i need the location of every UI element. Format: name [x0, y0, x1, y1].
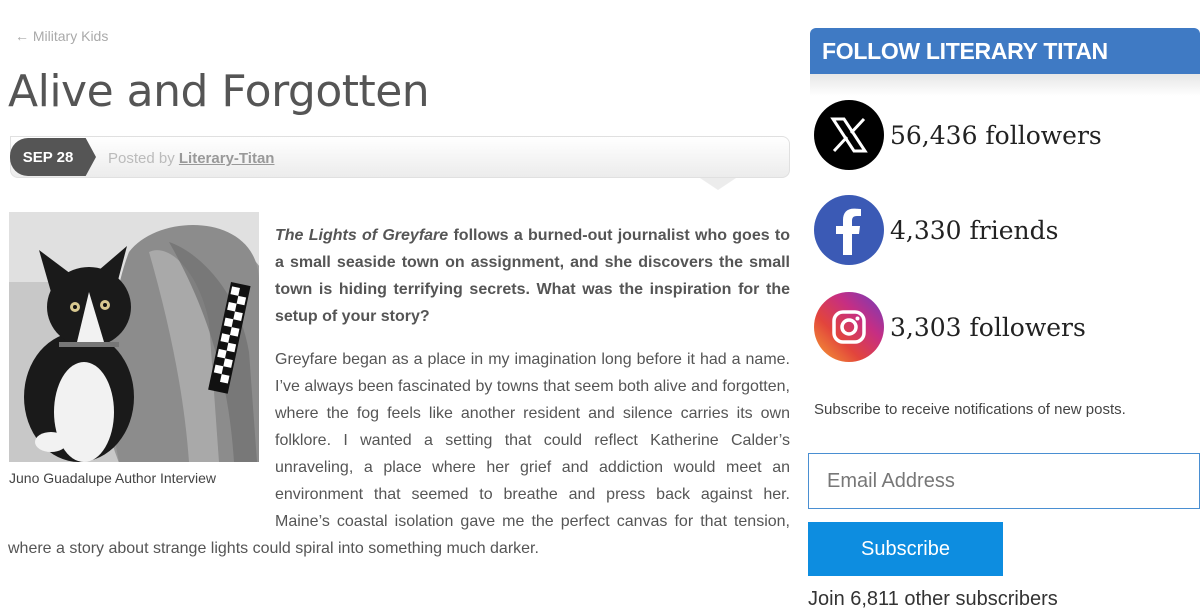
instagram-follower-count: 3,303 followers [890, 312, 1086, 342]
follow-header-shadow [810, 74, 1200, 96]
image-float-spacer [8, 222, 275, 532]
subscriber-count-text: Join 6,811 other subscribers [808, 588, 1058, 610]
book-title: The Lights of Greyfare [275, 227, 449, 244]
follow-widget-title: FOLLOW LITERARY TITAN [810, 28, 1200, 74]
email-address-input[interactable] [808, 453, 1200, 509]
x-icon[interactable] [814, 100, 884, 170]
date-badge: SEP 28 [10, 138, 96, 176]
back-link-military-kids[interactable]: ← Military Kids [15, 28, 108, 44]
posted-by: Posted by Literary-Titan [108, 150, 274, 167]
social-x[interactable]: 56,436 followers [814, 99, 1102, 171]
subscribe-button[interactable]: Subscribe [808, 522, 1003, 576]
social-instagram[interactable]: 3,303 followers [814, 291, 1086, 363]
facebook-icon[interactable] [814, 195, 884, 265]
subscribe-description: Subscribe to receive notifications of ne… [814, 401, 1126, 418]
facebook-friend-count: 4,330 friends [890, 215, 1059, 245]
social-facebook[interactable]: 4,330 friends [814, 194, 1058, 266]
page-title: Alive and Forgotten [8, 66, 430, 117]
instagram-icon[interactable] [814, 292, 884, 362]
author-link[interactable]: Literary-Titan [179, 150, 275, 167]
x-follower-count: 56,436 followers [890, 120, 1102, 150]
meta-bar-notch [700, 178, 736, 190]
posted-by-prefix: Posted by [108, 150, 179, 167]
article-body: The Lights of Greyfare follows a burned-… [8, 222, 790, 562]
